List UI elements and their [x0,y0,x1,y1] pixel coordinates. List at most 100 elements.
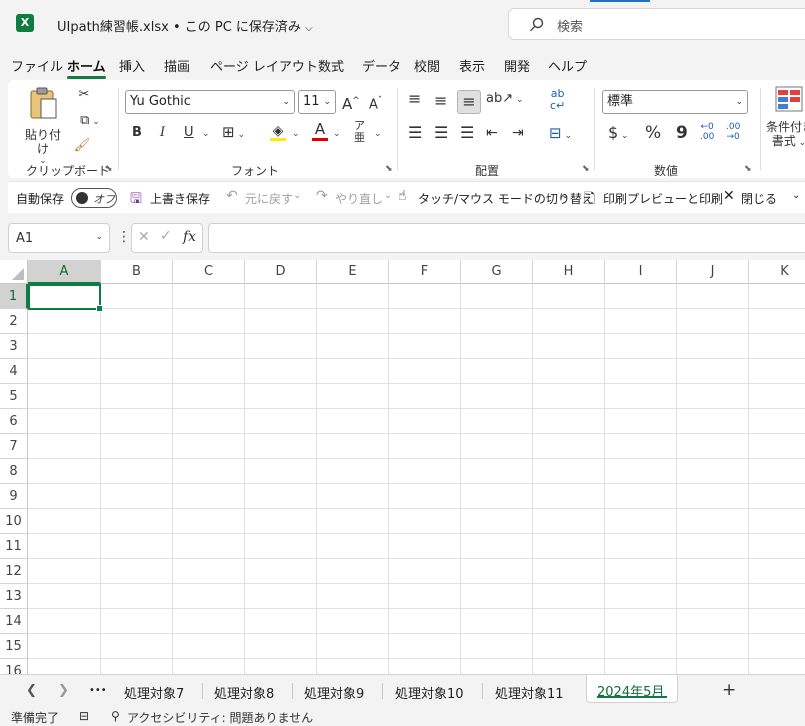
borders-icon[interactable]: ⊞ ⌄ [222,121,245,146]
row-header[interactable]: 9 [0,484,28,509]
cut-icon[interactable]: ✂ [74,84,94,106]
format-painter-icon[interactable]: 🖌 [72,135,92,157]
accessibility-icon[interactable]: ⚲ [111,709,120,723]
percent-button[interactable]: % [645,122,661,144]
scroll-left-icon[interactable]: ❮ [26,683,37,698]
comma-button[interactable]: 9 [676,122,688,144]
formula-input[interactable] [208,223,805,253]
align-center-icon[interactable]: ☰ [434,122,448,144]
conditional-formatting-button[interactable]: 条件付き 書式 ⌄ [766,86,805,156]
chevron-down-icon[interactable]: ⌄ [292,123,300,145]
sheet-tab[interactable]: 処理対象7 [124,683,184,702]
row-header[interactable]: 11 [0,534,28,559]
grow-font-button[interactable]: A^ [342,90,360,115]
name-box[interactable]: A1 ⌄ [8,223,110,253]
fill-color-icon[interactable]: ◈ [270,120,286,141]
close-icon[interactable]: ✕ [723,188,735,204]
column-header[interactable]: J [677,260,749,284]
row-header[interactable]: 13 [0,584,28,609]
sheet-tab-active[interactable]: 2024年5月 [586,675,678,703]
column-header[interactable]: K [749,260,805,284]
decrease-indent-icon[interactable]: ⇤ [486,122,498,144]
row-header[interactable]: 3 [0,334,28,359]
document-title[interactable]: UIpath練習帳.xlsx • この PC に保存済み ⌵ [57,16,313,35]
number-format-select[interactable]: 標準 ⌄ [602,90,748,114]
chevron-down-icon[interactable]: ⌄ [202,123,210,145]
font-size-select[interactable]: 11 ⌄ [298,90,336,114]
sheet-tab[interactable]: 処理対象8 [214,683,274,702]
print-preview-button[interactable]: 印刷プレビューと印刷 [603,190,723,207]
align-right-icon[interactable]: ☰ [460,122,474,144]
sheet-tab[interactable]: 処理対象11 [495,683,564,702]
phonetic-icon[interactable]: ア亜 [354,120,365,144]
dialog-launcher-icon[interactable]: ⬊ [105,164,113,174]
currency-button[interactable]: $ ⌄ [608,122,629,147]
print-preview-icon[interactable]: 🗋 [584,188,595,212]
wrap-text-icon[interactable]: ab c↵ [550,88,565,112]
save-button[interactable]: 上書き保存 [150,190,210,207]
tab-data[interactable]: データ [362,56,401,75]
tab-insert[interactable]: 挿入 [119,56,145,75]
column-header[interactable]: B [101,260,173,284]
dialog-launcher-icon[interactable]: ⬊ [385,164,393,174]
increase-decimal-icon[interactable]: ←0.00 [700,122,714,142]
italic-button[interactable]: I [160,122,165,144]
add-sheet-button[interactable]: + [722,680,736,700]
tab-home[interactable]: ホーム [67,56,106,79]
tab-formulas[interactable]: 数式 [318,56,344,75]
row-header[interactable]: 6 [0,409,28,434]
select-all-button[interactable] [0,260,28,284]
row-header[interactable]: 7 [0,434,28,459]
align-bottom-icon[interactable]: ≡ [457,90,481,114]
merge-center-icon[interactable]: ⊟ ⌄ [549,122,572,147]
tab-draw[interactable]: 描画 [164,56,190,75]
touch-mode-icon[interactable]: ☝ [398,188,407,204]
sheet-tab[interactable]: 処理対象9 [304,683,364,702]
dialog-launcher-icon[interactable]: ⬊ [744,164,752,174]
row-header[interactable]: 2 [0,309,28,334]
sheet-tab[interactable]: 処理対象10 [395,683,464,702]
row-header[interactable]: 10 [0,509,28,534]
save-icon[interactable]: 🖫 [130,188,142,212]
customize-qat-icon[interactable]: ⌄ [792,190,800,201]
underline-button[interactable]: U [184,122,194,144]
row-header[interactable]: 5 [0,384,28,409]
increase-indent-icon[interactable]: ⇥ [512,122,524,144]
shrink-font-button[interactable]: Aˇ [369,90,382,116]
align-middle-icon[interactable]: ≡ [434,90,447,112]
column-header[interactable]: C [173,260,245,284]
insert-function-button[interactable]: fx [183,229,196,245]
tab-review[interactable]: 校閲 [414,56,440,75]
autosave-toggle[interactable]: オフ [71,188,117,208]
tab-developer[interactable]: 開発 [504,56,530,75]
align-top-icon[interactable]: ≡ [408,88,421,110]
orientation-icon[interactable]: ab↗ ⌄ [486,88,524,111]
column-header[interactable]: A [28,260,101,284]
close-button[interactable]: 閉じる [741,190,777,207]
macro-record-icon[interactable]: ⊟ [79,709,89,723]
paste-button[interactable]: 貼り付け ⌄ [20,86,66,166]
row-header[interactable]: 1 [0,284,28,309]
row-header[interactable]: 15 [0,634,28,659]
scroll-right-icon[interactable]: ❯ [58,683,69,698]
more-options-icon[interactable]: ⋮ [117,229,131,245]
copy-icon[interactable]: ⧉ ⌄ [72,110,108,133]
row-header[interactable]: 16 [0,659,28,674]
row-header[interactable]: 8 [0,459,28,484]
align-left-icon[interactable]: ☰ [408,122,422,144]
row-header[interactable]: 14 [0,609,28,634]
chevron-down-icon[interactable]: ⌄ [561,190,569,201]
worksheet-grid[interactable]: A B C D E F G H I J K 1 2 3 4 5 6 7 8 9 … [0,260,805,674]
active-cell[interactable] [28,284,103,312]
tab-help[interactable]: ヘルプ [548,56,587,75]
chevron-down-icon[interactable]: ⌄ [374,123,382,145]
more-sheets-button[interactable]: ••• [89,685,107,696]
bold-button[interactable]: B [132,122,142,144]
column-header[interactable]: G [461,260,533,284]
search-box[interactable]: 検索 [508,8,805,40]
tab-file[interactable]: ファイル [11,56,63,75]
column-header[interactable]: H [533,260,605,284]
dialog-launcher-icon[interactable]: ⬊ [582,164,590,174]
row-header[interactable]: 4 [0,359,28,384]
tab-page-layout[interactable]: ページ レイアウト [210,56,318,75]
